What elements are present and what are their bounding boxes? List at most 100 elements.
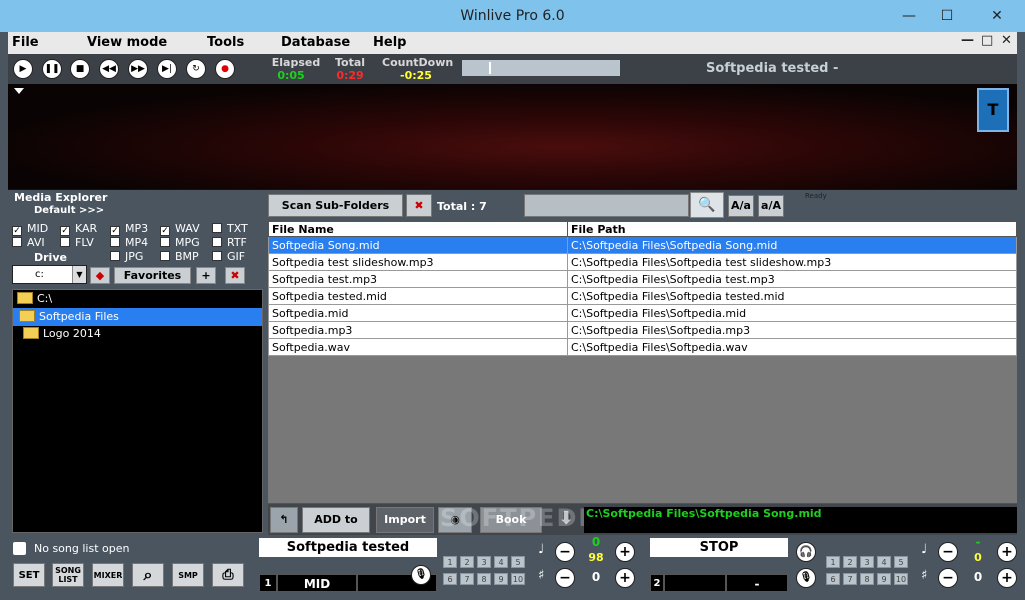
play-button[interactable]: ▶ xyxy=(13,59,33,79)
menu-help[interactable]: Help xyxy=(373,35,406,50)
minimize-button[interactable]: — xyxy=(895,0,923,32)
tree-item-logo-2014[interactable]: Logo 2014 xyxy=(13,325,262,343)
filter-mp4[interactable]: MP4 xyxy=(110,236,148,249)
filter-gif[interactable]: GIF xyxy=(212,250,245,263)
printer-button[interactable]: ⎙ xyxy=(212,563,244,587)
table-row[interactable]: Softpedia tested.mid C:\Softpedia Files\S… xyxy=(268,287,1017,305)
filter-avi[interactable]: AVI xyxy=(12,236,45,249)
set-button[interactable]: SET xyxy=(13,563,45,587)
channel-7-button[interactable]: 7 xyxy=(843,573,857,585)
maximize-button[interactable]: ☐ xyxy=(933,0,961,32)
case-lower-button[interactable]: a/A xyxy=(758,195,784,217)
rewind-button[interactable]: ◀◀ xyxy=(99,59,119,79)
player1-tempo-minus[interactable]: − xyxy=(555,542,575,562)
tree-item-softpedia-files[interactable]: Softpedia Files xyxy=(13,308,262,326)
tree-item-root[interactable]: C:\ xyxy=(13,290,262,308)
position-slider[interactable] xyxy=(462,60,620,76)
menu-view-mode[interactable]: View mode xyxy=(87,35,167,50)
channel-9-button[interactable]: 9 xyxy=(494,573,508,585)
column-file-name[interactable]: File Name xyxy=(268,221,568,237)
table-row[interactable]: Softpedia.mid C:\Softpedia Files\Softpedi… xyxy=(268,304,1017,322)
mixer-button[interactable]: MIXER xyxy=(92,563,124,587)
search-tool-button[interactable]: ⌕ xyxy=(132,563,164,587)
table-row[interactable]: Softpedia test slideshow.mp3 C:\Softpedia… xyxy=(268,253,1017,271)
filter-txt[interactable]: TXT xyxy=(212,222,248,235)
channel-3-button[interactable]: 3 xyxy=(860,556,874,568)
drive-select[interactable]: c: ▼ xyxy=(12,265,87,284)
forward-button[interactable]: ▶▶ xyxy=(128,59,148,79)
repeat-button[interactable]: ↻ xyxy=(186,59,206,79)
menu-database[interactable]: Database xyxy=(281,35,350,50)
table-row[interactable]: Softpedia test.mp3 C:\Softpedia Files\Sof… xyxy=(268,270,1017,288)
player1-tempo-plus[interactable]: + xyxy=(615,542,635,562)
filter-jpg[interactable]: JPG xyxy=(110,250,143,263)
text-mode-button[interactable]: T xyxy=(977,88,1009,132)
menu-file[interactable]: File xyxy=(12,35,39,50)
record-button[interactable]: ● xyxy=(215,59,235,79)
filter-wav[interactable]: ✓ WAV xyxy=(160,222,200,236)
channel-7-button[interactable]: 7 xyxy=(460,573,474,585)
filter-mpg[interactable]: MPG xyxy=(160,236,200,249)
mdi-minimize-button[interactable]: — xyxy=(961,33,974,48)
next-button[interactable]: ▶| xyxy=(157,59,177,79)
menu-tools[interactable]: Tools xyxy=(207,35,244,50)
channel-8-button[interactable]: 8 xyxy=(477,573,491,585)
channel-6-button[interactable]: 6 xyxy=(826,573,840,585)
player2-key-minus[interactable]: − xyxy=(938,568,958,588)
import-button[interactable]: Import xyxy=(376,507,434,533)
channel-6-button[interactable]: 6 xyxy=(443,573,457,585)
filter-rtf[interactable]: RTF xyxy=(212,236,247,249)
player2-mic-button[interactable]: 🎙 xyxy=(796,568,816,588)
case-upper-button[interactable]: A/a xyxy=(728,195,754,217)
channel-9-button[interactable]: 9 xyxy=(877,573,891,585)
mdi-maximize-button[interactable]: □ xyxy=(981,33,993,48)
channel-10-button[interactable]: 10 xyxy=(894,573,908,585)
player1-mic-button[interactable]: 🎙 xyxy=(411,565,431,585)
add-favorite-button[interactable]: + xyxy=(196,267,216,284)
player1-key-minus[interactable]: − xyxy=(555,568,575,588)
table-row[interactable]: Softpedia Song.mid C:\Softpedia Files\Sof… xyxy=(268,236,1017,254)
clear-list-button[interactable]: ✖ xyxy=(406,194,432,217)
favorites-button[interactable]: Favorites xyxy=(114,267,191,284)
channel-4-button[interactable]: 4 xyxy=(877,556,891,568)
song-list-button[interactable]: SONG LIST xyxy=(52,563,84,587)
column-file-path[interactable]: File Path xyxy=(567,221,1017,237)
player1-key-plus[interactable]: + xyxy=(615,568,635,588)
player2-headphones-button[interactable]: 🎧 xyxy=(796,542,816,562)
channel-10-button[interactable]: 10 xyxy=(511,573,525,585)
filter-mid[interactable]: ✓ MID xyxy=(12,222,48,236)
channel-5-button[interactable]: 5 xyxy=(894,556,908,568)
player2-key-plus[interactable]: + xyxy=(997,568,1017,588)
folder-tree[interactable]: C:\ Softpedia Files Logo 2014 xyxy=(12,289,263,533)
table-row[interactable]: Softpedia.mp3 C:\Softpedia Files\Softpedi… xyxy=(268,321,1017,339)
filter-bmp[interactable]: BMP xyxy=(160,250,199,263)
close-button[interactable]: ✕ xyxy=(975,0,1019,32)
stop-button[interactable]: ■ xyxy=(70,59,90,79)
search-input[interactable] xyxy=(524,194,689,217)
channel-2-button[interactable]: 2 xyxy=(460,556,474,568)
player2-tempo-plus[interactable]: + xyxy=(997,542,1017,562)
position-handle[interactable] xyxy=(489,62,491,74)
scan-subfolders-button[interactable]: Scan Sub-Folders xyxy=(268,194,403,217)
smp-button[interactable]: SMP xyxy=(172,563,204,587)
channel-4-button[interactable]: 4 xyxy=(494,556,508,568)
filter-kar[interactable]: ✓ KAR xyxy=(60,222,97,236)
channel-3-button[interactable]: 3 xyxy=(477,556,491,568)
channel-5-button[interactable]: 5 xyxy=(511,556,525,568)
mdi-close-button[interactable]: ✕ xyxy=(1001,33,1012,48)
channel-2-button[interactable]: 2 xyxy=(843,556,857,568)
default-filter-link[interactable]: Default >>> xyxy=(34,205,104,216)
filter-flv[interactable]: FLV xyxy=(60,236,94,249)
search-button[interactable]: 🔍 xyxy=(690,192,724,218)
back-button[interactable]: ↰ xyxy=(270,507,298,533)
channel-1-button[interactable]: 1 xyxy=(443,556,457,568)
player2-tempo-minus[interactable]: − xyxy=(938,542,958,562)
remove-favorite-button[interactable]: ✖ xyxy=(225,267,245,284)
channel-8-button[interactable]: 8 xyxy=(860,573,874,585)
channel-1-button[interactable]: 1 xyxy=(826,556,840,568)
table-row[interactable]: Softpedia.wav C:\Softpedia Files\Softpedi… xyxy=(268,338,1017,356)
pause-button[interactable]: ❚❚ xyxy=(42,59,62,79)
dropdown-triangle-icon[interactable] xyxy=(14,88,24,94)
filter-mp3[interactable]: ✓ MP3 xyxy=(110,222,148,236)
add-to-f10-button[interactable]: ADD to F10 xyxy=(302,507,370,550)
